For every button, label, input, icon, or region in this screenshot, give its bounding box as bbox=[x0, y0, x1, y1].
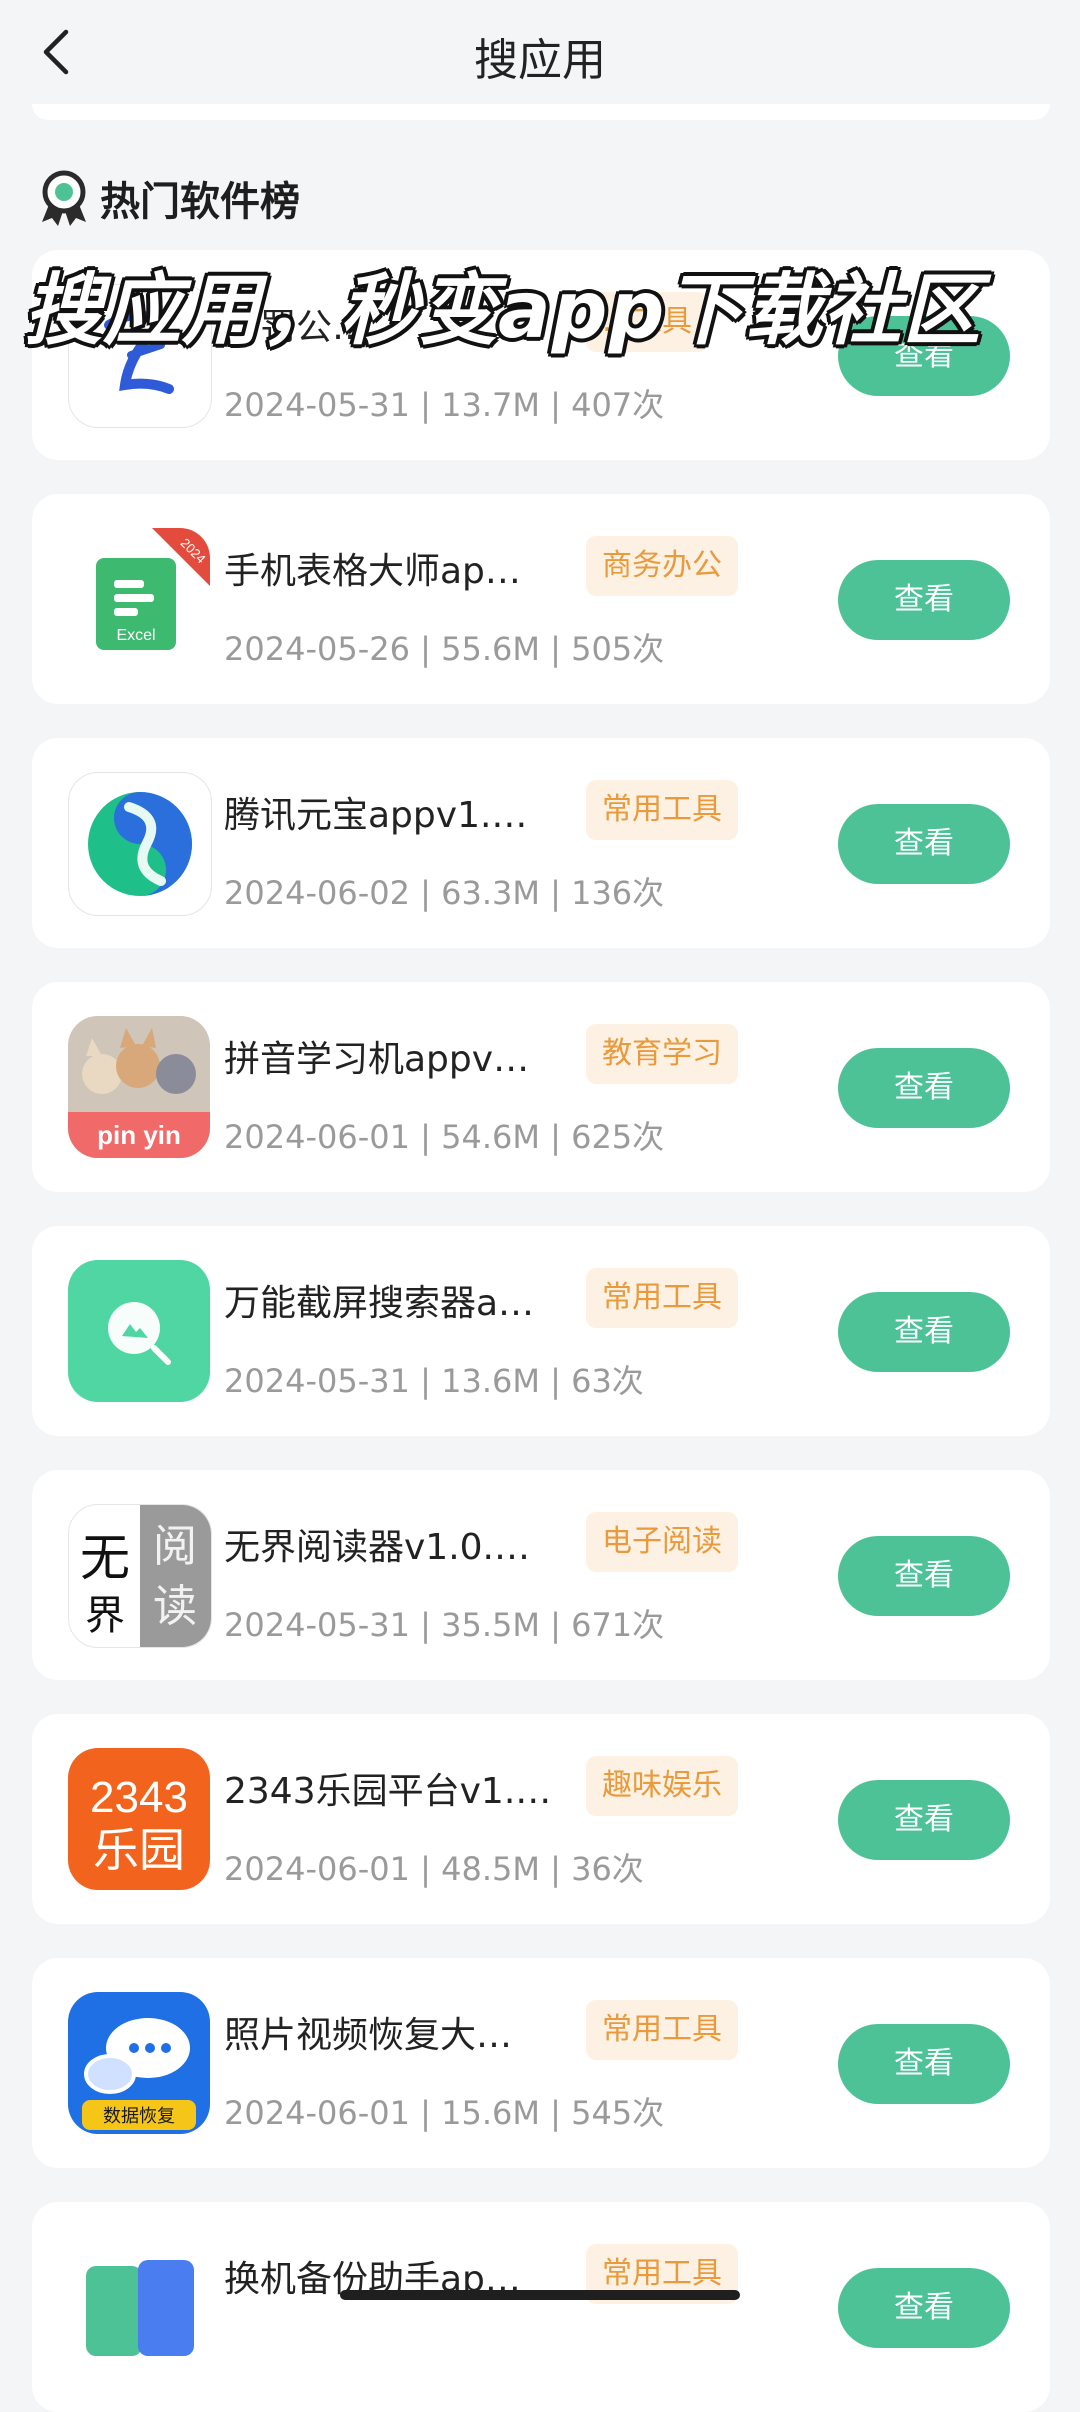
app-meta: 2024-05-31 | 35.5M | 671次 bbox=[224, 1606, 665, 1644]
app-name: 手机表格大师ap… bbox=[224, 551, 521, 592]
data-recovery-chat-icon: 数据恢复 bbox=[68, 1992, 210, 2134]
top-bar: 搜应用 bbox=[0, 0, 1080, 110]
app-meta: 2024-05-31 | 13.7M | 407次 bbox=[224, 386, 665, 424]
app-meta: 2024-06-01 | 54.6M | 625次 bbox=[224, 1118, 665, 1156]
overlay-caption: 搜应用，秒变app下载社区 bbox=[24, 266, 982, 356]
app-downloads: 407次 bbox=[571, 386, 665, 424]
app-downloads: 625次 bbox=[571, 1118, 665, 1156]
category-tag: 常用工具 bbox=[586, 2000, 738, 2060]
category-tag: 常用工具 bbox=[586, 1268, 738, 1328]
app-date: 2024-05-31 bbox=[224, 386, 410, 424]
app-downloads: 671次 bbox=[571, 1606, 665, 1644]
app-name: 无界阅读器v1.0.… bbox=[224, 1527, 531, 1568]
view-button[interactable]: 查看 bbox=[838, 2268, 1010, 2348]
app-date: 2024-05-31 bbox=[224, 1362, 410, 1400]
view-button[interactable]: 查看 bbox=[838, 1536, 1010, 1616]
app-card[interactable]: 数据恢复 照片视频恢复大… 常用工具 2024-06-01 | 15.6M | … bbox=[32, 1958, 1050, 2168]
excel-sheet-icon: Excel 2024 bbox=[68, 528, 210, 670]
app-name: 腾讯元宝appv1.… bbox=[224, 795, 528, 836]
app-card[interactable]: Excel 2024 手机表格大师ap… 商务办公 2024-05-26 | 5… bbox=[32, 494, 1050, 704]
page-title: 搜应用 bbox=[474, 35, 606, 86]
category-tag: 趣味娱乐 bbox=[586, 1756, 738, 1816]
app-meta: 2024-05-26 | 55.6M | 505次 bbox=[224, 630, 665, 668]
screenshot-search-icon bbox=[68, 1260, 210, 1402]
app-downloads: 505次 bbox=[571, 630, 665, 668]
phone-backup-icon bbox=[68, 2236, 210, 2378]
view-button[interactable]: 查看 bbox=[838, 560, 1010, 640]
app-meta: 2024-06-01 | 15.6M | 545次 bbox=[224, 2094, 665, 2132]
pinyin-label: pin yin bbox=[97, 1120, 181, 1150]
app-size: 15.6M bbox=[441, 2094, 540, 2132]
award-ribbon-icon bbox=[42, 170, 86, 226]
view-button[interactable]: 查看 bbox=[838, 804, 1010, 884]
park-2343-icon: 2343 乐园 bbox=[68, 1748, 210, 1890]
app-name: 照片视频恢复大… bbox=[224, 2015, 513, 2056]
view-button[interactable]: 查看 bbox=[838, 1048, 1010, 1128]
app-size: 13.6M bbox=[441, 1362, 540, 1400]
category-tag: 商务办公 bbox=[586, 536, 738, 596]
app-card[interactable]: 无 阅 界 读 无界阅读器v1.0.… 电子阅读 2024-05-31 | 35… bbox=[32, 1470, 1050, 1680]
app-size: 55.6M bbox=[441, 630, 540, 668]
app-card[interactable]: 万能截屏搜索器a… 常用工具 2024-05-31 | 13.6M | 63次 … bbox=[32, 1226, 1050, 1436]
section-header: 热门软件榜 bbox=[36, 168, 300, 228]
yuanbao-swirl-icon bbox=[68, 772, 212, 916]
recovery-label: 数据恢复 bbox=[103, 2106, 175, 2127]
app-name: 万能截屏搜索器a… bbox=[224, 1283, 535, 1324]
category-tag: 电子阅读 bbox=[586, 1512, 738, 1572]
icon-word: 乐园 bbox=[93, 1823, 185, 1877]
icon-number: 2343 bbox=[90, 1773, 188, 1822]
app-name: 2343乐园平台v1.… bbox=[224, 1771, 552, 1812]
app-meta: 2024-06-01 | 48.5M | 36次 bbox=[224, 1850, 644, 1888]
category-tag: 教育学习 bbox=[586, 1024, 738, 1084]
reader-char-4: 读 bbox=[153, 1581, 197, 1632]
app-date: 2024-05-26 bbox=[224, 630, 410, 668]
app-size: 35.5M bbox=[441, 1606, 540, 1644]
reader-char-2: 阅 bbox=[153, 1521, 197, 1572]
app-date: 2024-06-01 bbox=[224, 1850, 410, 1888]
app-card[interactable]: 换机备份助手ap… 常用工具 查看 bbox=[32, 2202, 1050, 2412]
app-date: 2024-06-02 bbox=[224, 874, 410, 912]
search-panel-edge bbox=[32, 104, 1050, 120]
app-date: 2024-06-01 bbox=[224, 2094, 410, 2132]
app-card[interactable]: 腾讯元宝appv1.… 常用工具 2024-06-02 | 63.3M | 13… bbox=[32, 738, 1050, 948]
pinyin-dogs-icon: pin yin bbox=[68, 1016, 210, 1158]
section-title: 热门软件榜 bbox=[100, 179, 300, 225]
app-downloads: 545次 bbox=[571, 2094, 665, 2132]
view-button[interactable]: 查看 bbox=[838, 1780, 1010, 1860]
reader-char-1: 无 bbox=[80, 1529, 130, 1587]
app-meta: 2024-05-31 | 13.6M | 63次 bbox=[224, 1362, 644, 1400]
app-downloads: 63次 bbox=[571, 1362, 644, 1400]
category-tag: 常用工具 bbox=[586, 780, 738, 840]
reader-char-3: 界 bbox=[85, 1593, 125, 1639]
home-indicator bbox=[340, 2290, 740, 2300]
app-card[interactable]: pin yin 拼音学习机appv… 教育学习 2024-06-01 | 54.… bbox=[32, 982, 1050, 1192]
view-button[interactable]: 查看 bbox=[838, 1292, 1010, 1372]
view-button[interactable]: 查看 bbox=[838, 2024, 1010, 2104]
app-date: 2024-05-31 bbox=[224, 1606, 410, 1644]
app-size: 13.7M bbox=[441, 386, 540, 424]
app-downloads: 36次 bbox=[571, 1850, 644, 1888]
app-downloads: 136次 bbox=[571, 874, 665, 912]
app-card[interactable]: 2343 乐园 2343乐园平台v1.… 趣味娱乐 2024-06-01 | 4… bbox=[32, 1714, 1050, 1924]
app-size: 54.6M bbox=[441, 1118, 540, 1156]
app-meta: 2024-06-02 | 63.3M | 136次 bbox=[224, 874, 665, 912]
app-size: 48.5M bbox=[441, 1850, 540, 1888]
app-size: 63.3M bbox=[441, 874, 540, 912]
app-date: 2024-06-01 bbox=[224, 1118, 410, 1156]
excel-label: Excel bbox=[116, 627, 155, 644]
calligraphy-reader-icon: 无 阅 界 读 bbox=[68, 1504, 212, 1648]
app-name: 拼音学习机appv… bbox=[224, 1039, 530, 1080]
